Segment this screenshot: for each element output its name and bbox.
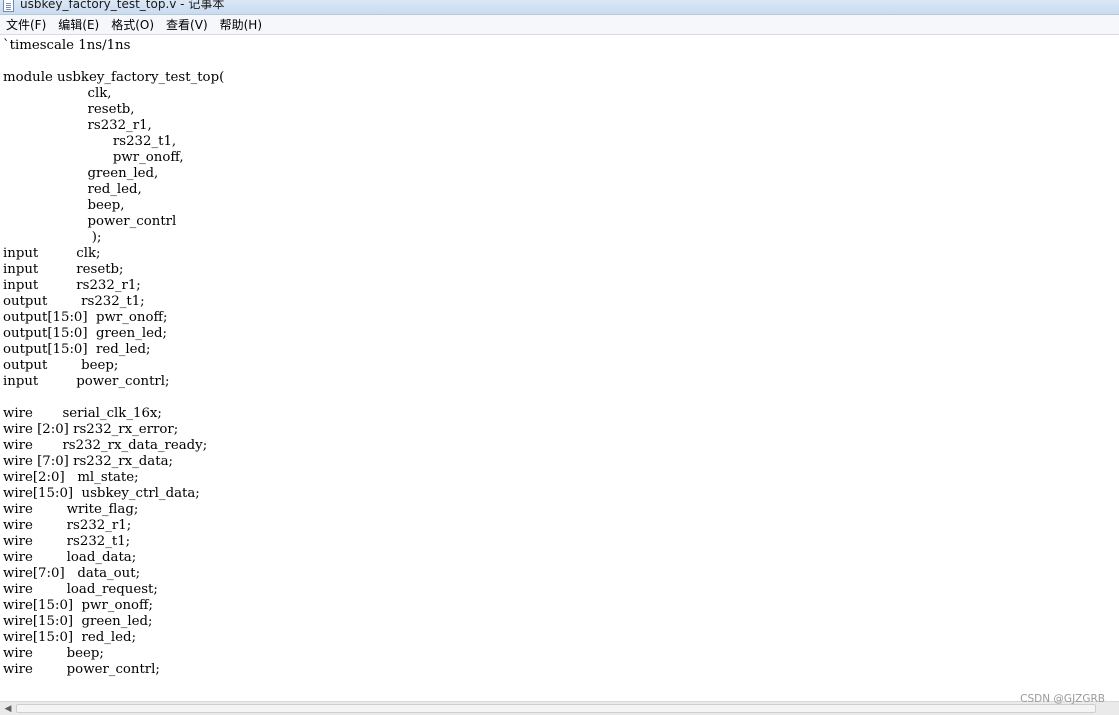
code-text[interactable]: `timescale 1ns/1ns module usbkey_factory…	[0, 35, 1119, 678]
code-line: wire [2:0] rs232_rx_error;	[3, 422, 179, 437]
code-line: power_contrl	[3, 214, 177, 229]
code-line: wire write_flag;	[3, 502, 139, 517]
code-line: wire rs232_rx_data_ready;	[3, 438, 208, 453]
code-line: wire[15:0] green_led;	[3, 614, 153, 629]
menu-view[interactable]: 查看(V)	[159, 16, 213, 34]
horizontal-scrollbar[interactable]: ◀	[0, 701, 1119, 715]
code-line: input clk;	[3, 246, 101, 261]
watermark: CSDN @GJZGRB	[1020, 693, 1105, 705]
arrow-left-icon[interactable]: ◀	[2, 703, 14, 715]
title-bar: usbkey_factory_test_top.v - 记事本	[0, 0, 1119, 15]
code-line: rs232_r1,	[3, 118, 152, 133]
code-line: rs232_t1,	[3, 134, 177, 149]
code-line: red_led,	[3, 182, 142, 197]
code-line: );	[3, 230, 102, 245]
code-line: wire rs232_r1;	[3, 518, 132, 533]
menu-bar: 文件(F) 编辑(E) 格式(O) 查看(V) 帮助(H)	[0, 15, 1119, 35]
code-line: resetb,	[3, 102, 135, 117]
notepad-icon	[3, 0, 14, 12]
code-line: wire rs232_t1;	[3, 534, 131, 549]
code-line: output[15:0] red_led;	[3, 342, 151, 357]
code-line: wire[15:0] red_led;	[3, 630, 137, 645]
code-line: pwr_onoff,	[3, 150, 184, 165]
code-line: wire power_contrl;	[3, 662, 160, 677]
code-line: module usbkey_factory_test_top(	[3, 70, 225, 85]
code-line: output[15:0] pwr_onoff;	[3, 310, 168, 325]
code-line: wire load_data;	[3, 550, 137, 565]
code-line: wire load_request;	[3, 582, 158, 597]
code-line: output[15:0] green_led;	[3, 326, 167, 341]
code-line: wire [7:0] rs232_rx_data;	[3, 454, 173, 469]
code-line: beep,	[3, 198, 125, 213]
code-line: green_led,	[3, 166, 159, 181]
scrollbar-thumb[interactable]	[16, 704, 1096, 713]
code-line: output beep;	[3, 358, 119, 373]
code-line: wire[15:0] pwr_onoff;	[3, 598, 153, 613]
code-line: input resetb;	[3, 262, 124, 277]
code-line: wire beep;	[3, 646, 104, 661]
text-editor[interactable]: `timescale 1ns/1ns module usbkey_factory…	[0, 35, 1119, 701]
notepad-window: usbkey_factory_test_top.v - 记事本 文件(F) 编辑…	[0, 0, 1119, 715]
code-line: wire[7:0] data_out;	[3, 566, 141, 581]
menu-edit[interactable]: 编辑(E)	[51, 16, 104, 34]
menu-file[interactable]: 文件(F)	[0, 16, 51, 34]
menu-format[interactable]: 格式(O)	[104, 16, 159, 34]
code-line: input power_contrl;	[3, 374, 170, 389]
code-line: input rs232_r1;	[3, 278, 141, 293]
window-title: usbkey_factory_test_top.v - 记事本	[20, 0, 225, 11]
menu-help[interactable]: 帮助(H)	[213, 16, 267, 34]
code-line: output rs232_t1;	[3, 294, 145, 309]
code-line: wire serial_clk_16x;	[3, 406, 162, 421]
code-line: wire[15:0] usbkey_ctrl_data;	[3, 486, 200, 501]
code-line: wire[2:0] ml_state;	[3, 470, 139, 485]
code-line: `timescale 1ns/1ns	[3, 38, 131, 53]
code-line: clk,	[3, 86, 112, 101]
